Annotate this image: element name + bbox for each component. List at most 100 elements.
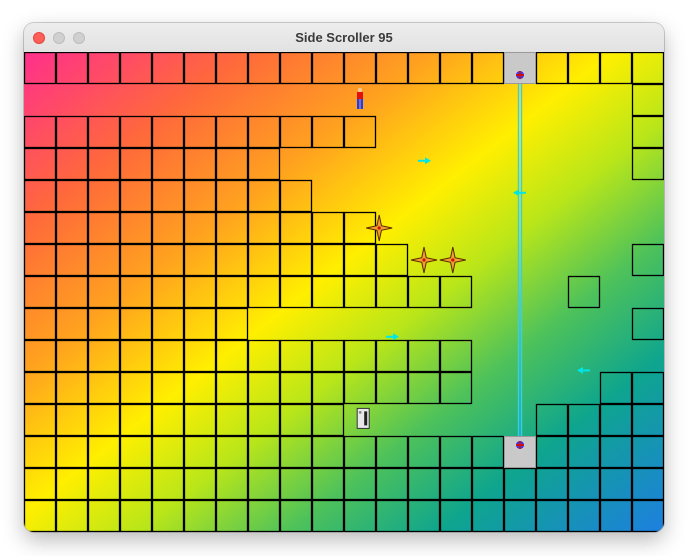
star-core bbox=[451, 258, 455, 262]
tile bbox=[183, 499, 217, 532]
tile bbox=[183, 435, 217, 469]
tile bbox=[24, 403, 57, 437]
tile bbox=[24, 275, 57, 309]
tile bbox=[279, 243, 313, 277]
tile bbox=[151, 275, 185, 309]
tile bbox=[87, 467, 121, 501]
tile bbox=[55, 275, 89, 309]
tile bbox=[119, 243, 153, 277]
tile bbox=[375, 52, 409, 85]
tile bbox=[279, 371, 313, 405]
tile bbox=[631, 83, 664, 117]
tile bbox=[535, 435, 569, 469]
tile bbox=[631, 307, 664, 341]
elevator-platform[interactable] bbox=[504, 52, 536, 84]
tile bbox=[24, 147, 57, 181]
tile bbox=[631, 371, 664, 405]
tile bbox=[407, 499, 441, 532]
tile bbox=[215, 115, 249, 149]
tile bbox=[55, 243, 89, 277]
tile bbox=[24, 243, 57, 277]
tile bbox=[55, 339, 89, 373]
tile bbox=[599, 499, 633, 532]
tile bbox=[247, 371, 281, 405]
tile bbox=[439, 435, 473, 469]
game-canvas[interactable] bbox=[24, 52, 664, 532]
bullet-head bbox=[393, 333, 399, 341]
tile bbox=[24, 115, 57, 149]
tile bbox=[119, 179, 153, 213]
tile bbox=[87, 275, 121, 309]
tile bbox=[24, 435, 57, 469]
tile bbox=[631, 435, 664, 469]
cyan-bullet bbox=[418, 157, 431, 165]
tile bbox=[87, 307, 121, 341]
tile bbox=[215, 403, 249, 437]
tile bbox=[279, 275, 313, 309]
tile bbox=[55, 371, 89, 405]
tile bbox=[119, 147, 153, 181]
platform-anchor-bar bbox=[519, 440, 521, 449]
player-sprite bbox=[357, 87, 363, 109]
title-bar[interactable]: Side Scroller 95 bbox=[24, 23, 664, 53]
tile bbox=[151, 52, 185, 85]
window-title: Side Scroller 95 bbox=[295, 30, 393, 45]
tile bbox=[503, 467, 537, 501]
tile bbox=[631, 243, 664, 277]
tile-layer bbox=[24, 52, 664, 532]
tile bbox=[183, 147, 217, 181]
tile bbox=[375, 499, 409, 532]
tile bbox=[215, 243, 249, 277]
tile bbox=[183, 371, 217, 405]
tile bbox=[343, 52, 377, 85]
tile bbox=[119, 499, 153, 532]
tile bbox=[343, 243, 377, 277]
tile bbox=[279, 115, 313, 149]
tile bbox=[24, 179, 57, 213]
tile bbox=[247, 403, 281, 437]
tile bbox=[407, 339, 441, 373]
bullet-head bbox=[577, 366, 583, 374]
player-leg bbox=[357, 99, 360, 109]
tile bbox=[151, 499, 185, 532]
tile bbox=[599, 52, 633, 85]
tile bbox=[119, 403, 153, 437]
tile bbox=[311, 435, 345, 469]
tile bbox=[279, 435, 313, 469]
cyan-bullet bbox=[513, 189, 526, 197]
tile bbox=[343, 115, 377, 149]
tile bbox=[247, 211, 281, 245]
tile bbox=[407, 275, 441, 309]
tile bbox=[24, 52, 57, 85]
tile bbox=[215, 499, 249, 532]
switch-lever bbox=[364, 411, 368, 426]
player-leg bbox=[360, 99, 363, 109]
tile bbox=[151, 339, 185, 373]
tile bbox=[24, 499, 57, 532]
tile bbox=[24, 467, 57, 501]
tile bbox=[567, 467, 601, 501]
tile bbox=[311, 339, 345, 373]
tile bbox=[87, 371, 121, 405]
tile bbox=[503, 499, 537, 532]
wall-switch[interactable] bbox=[356, 407, 370, 429]
cyan-bullet bbox=[577, 366, 590, 374]
tile bbox=[567, 52, 601, 85]
spiky-star bbox=[410, 246, 438, 274]
tile bbox=[567, 275, 601, 309]
tile bbox=[215, 275, 249, 309]
tile bbox=[55, 435, 89, 469]
tile bbox=[87, 52, 121, 85]
tile bbox=[55, 52, 89, 85]
player-head bbox=[357, 87, 363, 93]
spiky-star bbox=[366, 214, 393, 242]
tile bbox=[247, 243, 281, 277]
tile bbox=[375, 275, 409, 309]
elevator-rail bbox=[517, 75, 523, 445]
tile bbox=[375, 339, 409, 373]
player-shirt bbox=[357, 92, 363, 99]
tile bbox=[311, 403, 345, 437]
tile bbox=[567, 499, 601, 532]
tile bbox=[87, 211, 121, 245]
elevator-platform[interactable] bbox=[504, 436, 536, 468]
